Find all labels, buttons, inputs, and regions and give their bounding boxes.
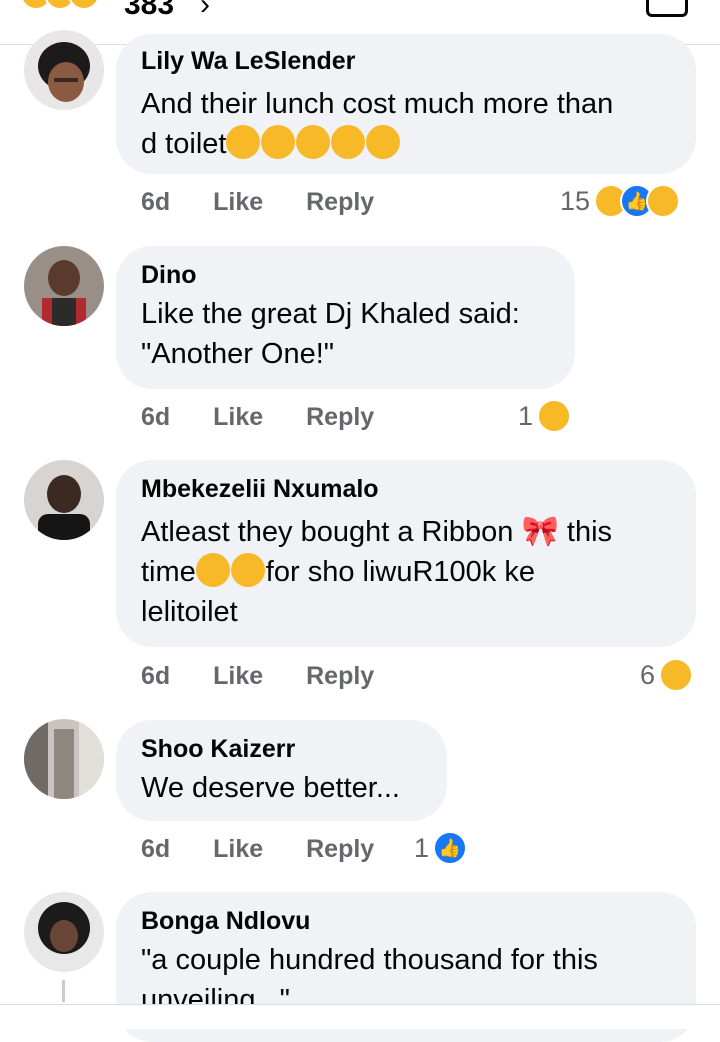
reaction-emojis[interactable] [20, 0, 100, 15]
comment-text: Atleast they bought a Ribbon 🎀 this time… [141, 515, 613, 628]
reaction-count: 6 [640, 659, 656, 690]
avatar[interactable] [24, 719, 104, 799]
comment-author[interactable]: Lily Wa LeSlender [141, 46, 671, 76]
avatar-image [24, 30, 104, 110]
avatar-image [24, 246, 104, 326]
reaction-count: 15 [560, 185, 591, 216]
comment-bubble[interactable]: Shoo Kaizerr We deserve better... [116, 720, 447, 821]
reply-button[interactable]: Reply [306, 188, 374, 216]
comment-reactions[interactable]: 1 👍 [414, 831, 468, 865]
like-button[interactable]: Like [213, 662, 263, 690]
comment-text: Like the great Dj Khaled said: "Another … [141, 298, 520, 370]
rofl-icon [230, 553, 265, 587]
comment-author[interactable]: Shoo Kaizerr [141, 734, 422, 764]
avatar-image [24, 892, 104, 972]
reply-button[interactable]: Reply [306, 662, 374, 690]
comment-time: 6d [141, 403, 171, 431]
comment-text: We deserve better... [141, 772, 400, 804]
rofl-icon [331, 125, 366, 159]
comment-reactions[interactable]: 1 [518, 399, 572, 433]
reply-button[interactable]: Reply [306, 835, 374, 863]
wow-icon [68, 0, 100, 10]
comment-composer-bar [0, 1004, 720, 1029]
avatar-image [24, 719, 104, 799]
comment-author[interactable]: Dino [141, 260, 550, 290]
comment-author[interactable]: Mbekezelii Nxumalo [141, 474, 671, 504]
comment-time: 6d [141, 662, 171, 690]
like-button[interactable]: Like [213, 835, 263, 863]
share-icon[interactable] [646, 0, 688, 17]
comment-time: 6d [141, 188, 171, 216]
rofl-icon [366, 125, 401, 159]
ribbon-icon: 🎀 [521, 515, 559, 548]
comment-actions: 6d Like Reply [141, 835, 410, 864]
comment-actions: 6d Like Reply [141, 662, 410, 691]
rofl-icon [261, 125, 296, 159]
comment-actions: 6d Like Reply [141, 188, 410, 217]
comment-bubble[interactable]: Dino Like the great Dj Khaled said: "Ano… [116, 246, 575, 389]
comment-reactions[interactable]: 15 👍 [560, 184, 681, 218]
tired-face-icon [226, 125, 261, 159]
avatar[interactable] [24, 892, 104, 972]
post-reaction-count[interactable]: 383 [124, 0, 174, 22]
sad-icon [646, 184, 681, 218]
chevron-right-icon[interactable]: › [200, 0, 210, 22]
comment-text: And their lunch cost much more than d to… [141, 88, 614, 160]
thread-line [62, 980, 65, 1002]
comment-reactions[interactable]: 6 [640, 658, 694, 692]
avatar[interactable] [24, 460, 104, 540]
comment-actions: 6d Like Reply [141, 403, 410, 432]
comment-author[interactable]: Bonga Ndlovu [141, 906, 671, 936]
like-button[interactable]: Like [213, 403, 263, 431]
rofl-icon [195, 553, 230, 587]
rofl-icon [296, 125, 331, 159]
avatar-image [24, 460, 104, 540]
reaction-count: 1 [414, 832, 430, 863]
avatar[interactable] [24, 30, 104, 110]
like-button[interactable]: Like [213, 188, 263, 216]
haha-icon [659, 658, 694, 692]
like-icon: 👍 [433, 831, 468, 865]
reaction-count: 1 [518, 400, 534, 431]
reply-button[interactable]: Reply [306, 403, 374, 431]
avatar[interactable] [24, 246, 104, 326]
haha-icon [537, 399, 572, 433]
comment-bubble[interactable]: Mbekezelii Nxumalo Atleast they bought a… [116, 460, 696, 647]
comment-bubble[interactable]: Lily Wa LeSlender And their lunch cost m… [116, 34, 696, 174]
comment-time: 6d [141, 835, 171, 863]
